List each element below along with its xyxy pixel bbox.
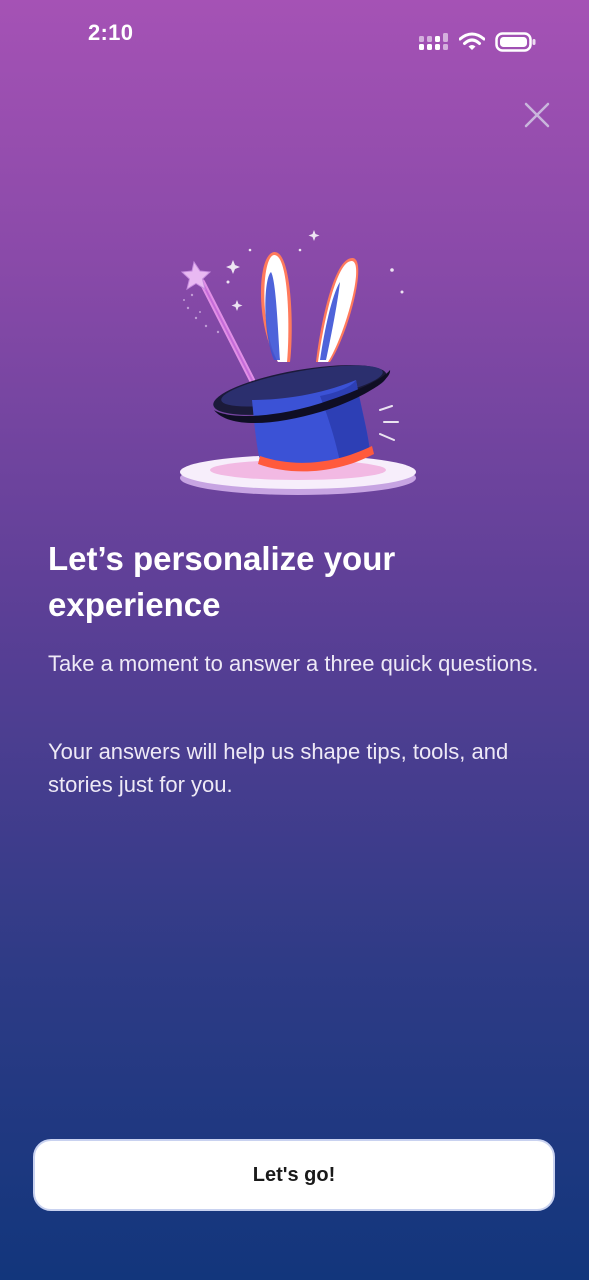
status-bar: 2:10 <box>0 0 589 70</box>
onboarding-screen: 2:10 Let’s personalize your experience T… <box>0 0 589 1280</box>
lets-go-label: Let's go! <box>252 1163 336 1186</box>
status-icons <box>419 32 537 57</box>
battery-icon <box>495 32 537 57</box>
signal-icon <box>419 33 449 56</box>
benefit-paragraph: Your answers will help us shape tips, to… <box>48 739 509 797</box>
status-time: 2:10 <box>88 20 134 45</box>
page-title: Let’s personalize your experience <box>48 540 396 623</box>
intro-paragraph: Take a moment to answer a three quick qu… <box>48 651 539 676</box>
magic-hat-illustration <box>170 220 430 510</box>
lets-go-button[interactable]: Let's go! <box>33 1139 555 1211</box>
close-button[interactable] <box>520 98 554 132</box>
close-icon[interactable] <box>524 102 550 128</box>
wifi-icon <box>458 32 486 57</box>
